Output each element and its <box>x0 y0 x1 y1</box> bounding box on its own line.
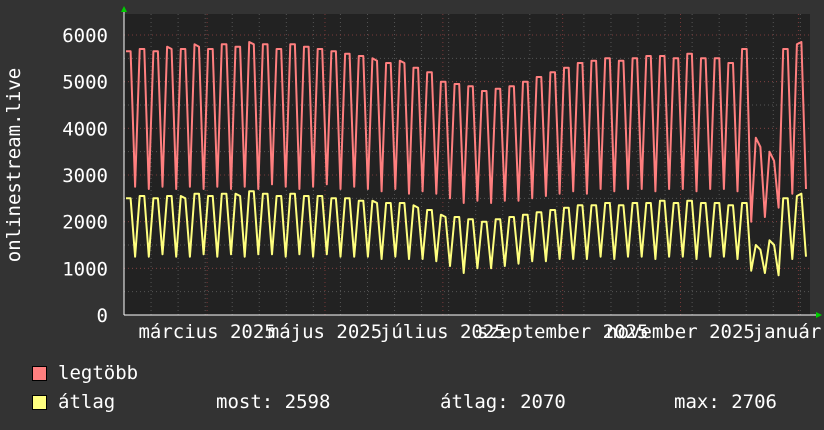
x-tick-label: január 2 <box>753 321 824 343</box>
legend-swatch-atlag <box>32 395 47 410</box>
y-axis-arrow-icon <box>121 6 127 12</box>
y-tick-label: 0 <box>97 305 108 327</box>
y-tick-label: 6000 <box>62 25 108 47</box>
stat-max: max: 2706 <box>674 391 777 413</box>
legend-label-legtobb: legtöbb <box>58 362 139 384</box>
stat-now: most: 2598 <box>216 391 331 413</box>
y-tick-label: 5000 <box>62 72 108 94</box>
x-tick-label: március 2025 <box>138 321 275 343</box>
y-axis-label: onlinestream.live <box>3 68 25 262</box>
stat-average: átlag: 2070 <box>440 391 566 413</box>
legend-swatch-legtobb <box>32 366 47 381</box>
y-tick-label: 3000 <box>62 165 108 187</box>
y-tick-label: 2000 <box>62 212 108 234</box>
x-tick-label: május 2025 <box>268 321 382 343</box>
x-tick-label: november 2025 <box>606 321 755 343</box>
legend-label-atlag: átlag <box>58 391 116 413</box>
y-tick-label: 1000 <box>62 258 108 280</box>
x-axis-arrow-icon <box>816 312 822 318</box>
y-tick-label: 4000 <box>62 118 108 140</box>
